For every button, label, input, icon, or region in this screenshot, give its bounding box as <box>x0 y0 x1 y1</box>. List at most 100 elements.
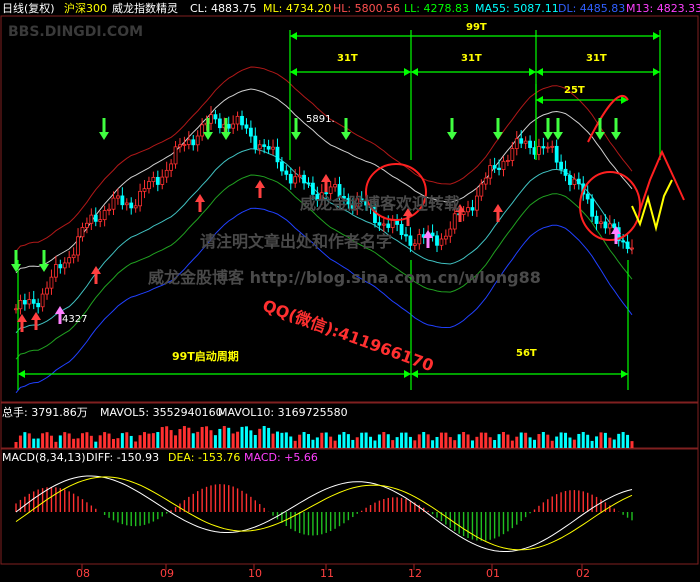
candle-body <box>40 293 45 308</box>
candle-body <box>173 146 178 165</box>
candle-body <box>306 182 311 185</box>
volume-bar <box>143 432 147 448</box>
volume-bar <box>501 432 505 448</box>
macd-params: MACD(8,34,13) <box>2 451 86 464</box>
volume-bar <box>572 439 576 448</box>
volume-bar <box>103 432 107 448</box>
candle-body <box>559 161 563 170</box>
candle-body <box>271 146 275 150</box>
volume-bar <box>346 434 350 448</box>
volume-bar <box>555 436 559 448</box>
volume-bar <box>364 432 368 448</box>
candle-body <box>492 165 497 169</box>
volume-bar <box>156 432 160 448</box>
volume-bar <box>258 428 262 448</box>
candle-body <box>466 207 470 213</box>
arrow-99t-top-right-head <box>653 32 660 40</box>
macd-dea: DEA: -153.76 <box>168 451 241 464</box>
x-tick-label: 01 <box>486 567 500 580</box>
candle-body <box>443 235 448 240</box>
volume-bar <box>125 432 129 448</box>
volume-bar <box>462 432 466 448</box>
candle-body <box>590 198 595 217</box>
volume-bar <box>603 432 607 448</box>
cycle-label-start: 99T启动周期 <box>172 350 239 363</box>
arrow-99t-start-left-head <box>18 370 25 378</box>
candle-body <box>62 262 67 269</box>
volume-bar <box>599 432 603 448</box>
candle-body <box>138 190 142 207</box>
volume-bar <box>329 436 333 448</box>
candle-body <box>412 243 417 246</box>
volume-bar <box>320 432 324 448</box>
volume-bar <box>169 430 173 448</box>
candle-body <box>151 176 156 182</box>
buy-signal-head <box>493 204 503 212</box>
candle-body <box>430 232 435 237</box>
volume-bar <box>426 434 430 448</box>
candle-body <box>18 300 23 310</box>
candle-body <box>98 219 103 222</box>
volume-bar <box>559 432 563 448</box>
volume-bar <box>209 430 213 448</box>
arrow-99t-top-left-head <box>290 32 297 40</box>
volume-bar <box>479 432 483 448</box>
volume-bar <box>342 432 346 448</box>
volume-bar <box>338 434 342 448</box>
candle-body <box>142 188 147 192</box>
volume-bar <box>621 432 625 448</box>
candle-body <box>386 223 391 228</box>
volume-bar <box>564 432 568 448</box>
x-tick-label: 10 <box>248 567 262 580</box>
candle-body <box>576 178 581 185</box>
volume-bar <box>568 437 572 448</box>
volume-bar <box>32 438 36 448</box>
volume-bar <box>191 433 195 448</box>
cycle-label-31t-2: 31T <box>461 53 482 64</box>
candle-body <box>279 161 284 172</box>
site-watermark: BBS.DINGDI.COM <box>8 24 144 40</box>
volume-bar <box>475 436 479 448</box>
arrow-31t-3-right-head <box>653 68 660 76</box>
candle-body <box>625 241 630 249</box>
buy-signal-head <box>321 174 331 182</box>
volume-bar <box>284 432 288 448</box>
volume-bar <box>72 438 76 448</box>
candle-body <box>186 139 191 145</box>
volume-bar <box>590 440 594 448</box>
volume-bar <box>134 441 138 448</box>
volume-bar <box>67 433 71 448</box>
sell-signal-head <box>341 132 351 140</box>
arrow-56t-right-head <box>621 370 628 378</box>
sell-signal-head <box>493 132 503 140</box>
volume-bar <box>537 434 541 448</box>
candle-body <box>45 287 49 295</box>
candle-body <box>22 300 27 305</box>
volume-bar <box>550 440 554 448</box>
volume-bar <box>417 434 421 448</box>
x-tick-label: 12 <box>408 567 422 580</box>
candle-body <box>191 139 196 146</box>
cycle-label-31t-1: 31T <box>337 53 358 64</box>
candle-body <box>27 299 32 305</box>
candle-body <box>76 236 80 256</box>
volume-bar <box>626 434 630 448</box>
candle-body <box>399 224 404 236</box>
candle-body <box>474 195 479 211</box>
volume-bar <box>89 435 93 448</box>
candle-body <box>333 184 337 188</box>
high-price-label: 5891. <box>306 114 335 125</box>
candle-body <box>439 238 444 246</box>
volume-bar <box>395 437 399 448</box>
sell-signal-head <box>11 264 21 272</box>
cycle-label-99t-top: 99T <box>466 22 487 33</box>
candle-body <box>528 140 532 148</box>
volume-bar <box>382 432 386 448</box>
volume-bar <box>27 433 31 448</box>
candle-body <box>607 223 612 229</box>
candle-body <box>169 163 174 171</box>
volume-bar <box>116 438 120 448</box>
candle-body <box>284 170 289 175</box>
candle-body <box>200 124 205 137</box>
volume-bar <box>493 439 497 448</box>
